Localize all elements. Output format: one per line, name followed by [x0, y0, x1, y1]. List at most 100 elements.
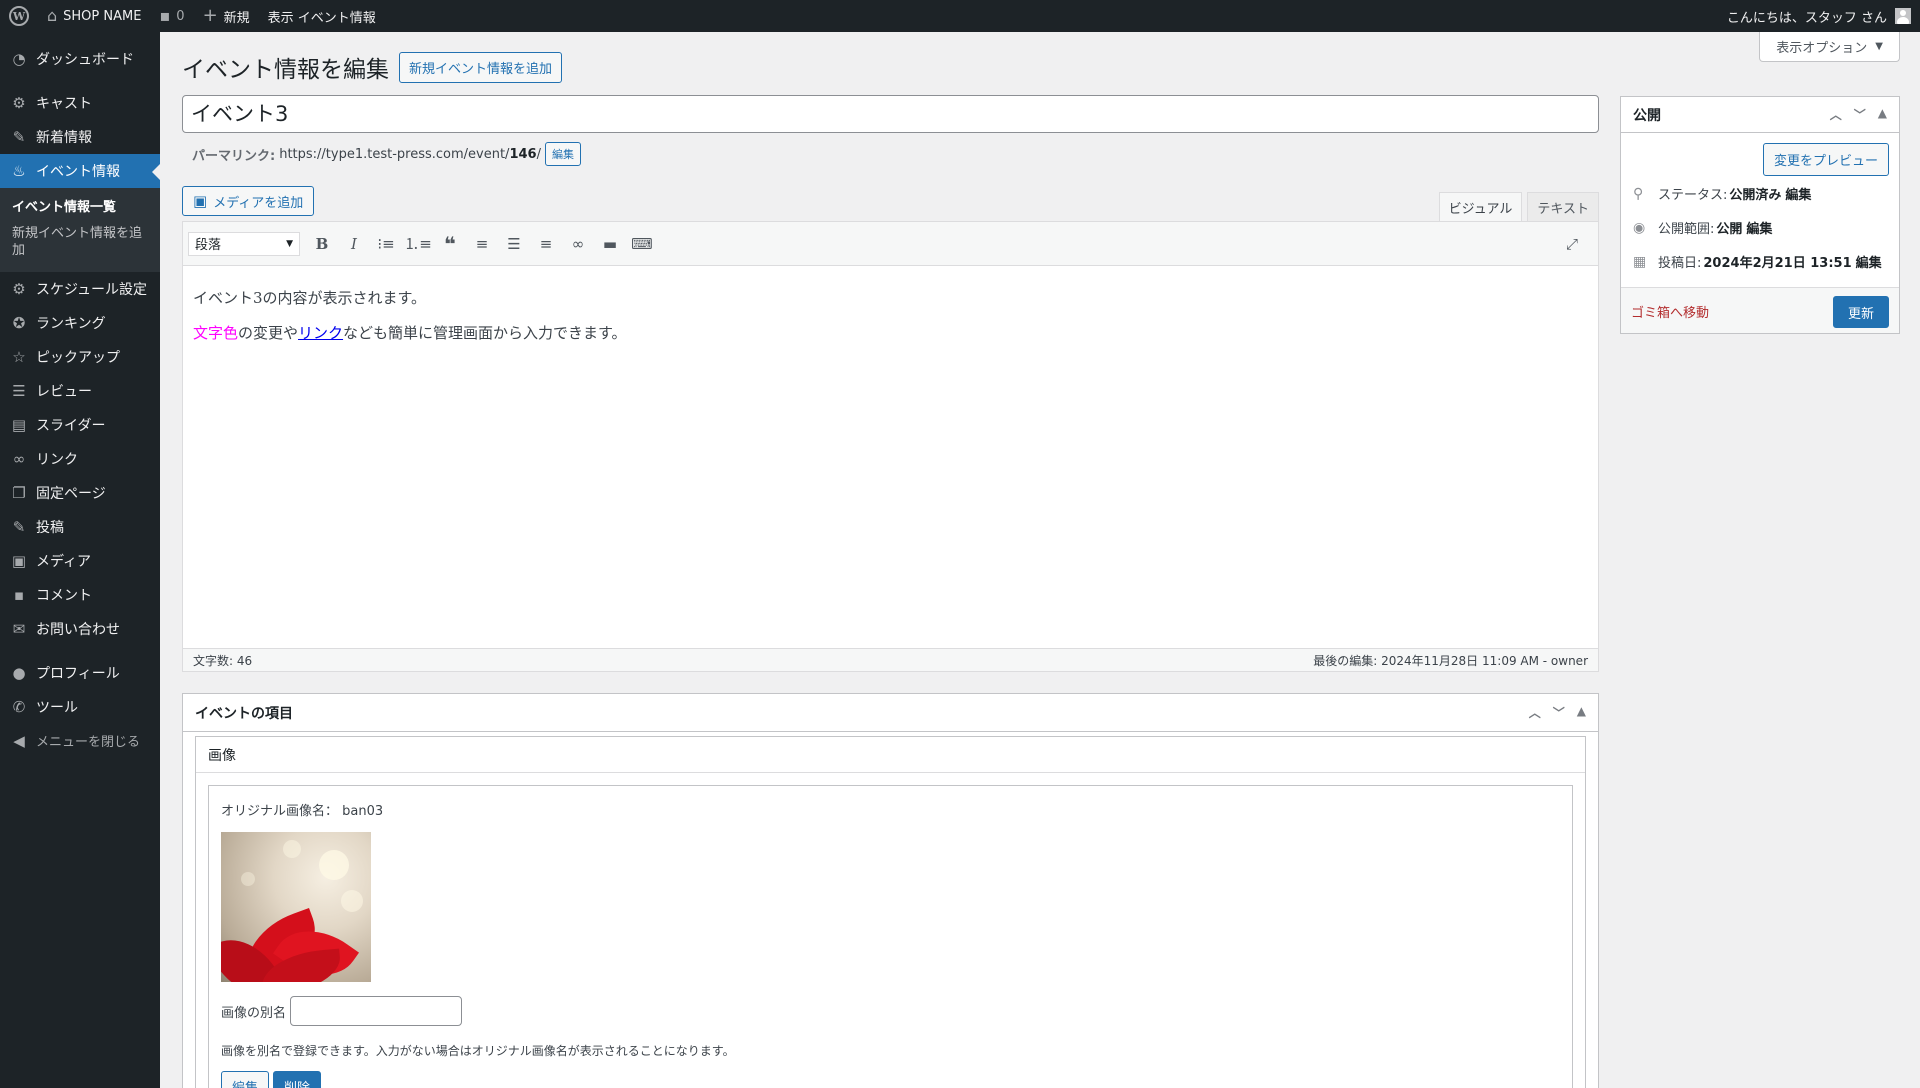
editor-toolbar: 段落 ▼ B I ⁝≡ ⒈≡ ❝ ≡ ☰ ≡ ∞ ▬ ⌨ ⤢: [183, 222, 1598, 266]
content-editor: 段落 ▼ B I ⁝≡ ⒈≡ ❝ ≡ ☰ ≡ ∞ ▬ ⌨ ⤢ イベント3の内容が表…: [182, 221, 1599, 671]
image-field-label: 画像: [196, 737, 1585, 773]
link-icon: ∞: [12, 449, 26, 468]
alias-help-text: 画像を別名で登録できます。入力がない場合はオリジナル画像名が表示されることになり…: [221, 1044, 735, 1058]
account-menu[interactable]: こんにちは、スタッフ さん: [1718, 0, 1920, 32]
editor-status-bar: 文字数: 46 最後の編集: 2024年11月28日 11:09 AM - ow…: [182, 648, 1599, 672]
mail-icon: ✉: [12, 619, 26, 638]
wrench-icon: ✆: [12, 697, 26, 716]
avatar: [1895, 8, 1911, 24]
image-alias-input[interactable]: [290, 996, 463, 1026]
eye-icon: ◉: [1633, 219, 1646, 236]
editor-content-area[interactable]: イベント3の内容が表示されます。 文字色の変更やリンクなども簡単に管理画面から入…: [183, 266, 1598, 376]
menu-dashboard[interactable]: ◔ ダッシュボード: [0, 42, 160, 76]
bullet-list-icon[interactable]: ⁝≡: [370, 230, 402, 258]
menu-contact[interactable]: ✉ お問い合わせ: [0, 612, 160, 646]
menu-pickup[interactable]: ☆ ピックアップ: [0, 340, 160, 374]
blockquote-icon[interactable]: ❝: [434, 230, 466, 258]
comments-link[interactable]: ▪ 0: [150, 0, 193, 32]
menu-news[interactable]: ✎ 新着情報: [0, 120, 160, 154]
gear-icon: ⚙: [12, 94, 26, 112]
pages-icon: ❐: [12, 483, 26, 502]
menu-profile[interactable]: ● プロフィール: [0, 656, 160, 690]
menu-links[interactable]: ∞ リンク: [0, 442, 160, 476]
view-post-link[interactable]: 表示 イベント情報: [259, 0, 385, 32]
menu-pages[interactable]: ❐ 固定ページ: [0, 476, 160, 510]
align-center-icon[interactable]: ☰: [498, 230, 530, 258]
menu-tools[interactable]: ✆ ツール: [0, 690, 160, 724]
image-delete-button[interactable]: 削除: [273, 1071, 322, 1088]
menu-schedule[interactable]: ⚙ スケジュール設定: [0, 272, 160, 306]
chevron-up-icon[interactable]: ︿: [1830, 106, 1842, 123]
format-select[interactable]: 段落 ▼: [188, 231, 300, 256]
submenu-add-event[interactable]: 新規イベント情報を追加: [0, 221, 160, 264]
caret-down-icon: ▼: [286, 238, 293, 249]
permalink-edit-button[interactable]: 編集: [544, 142, 581, 166]
media-icon: ▣: [11, 551, 27, 570]
update-button[interactable]: 更新: [1832, 296, 1889, 328]
read-more-icon[interactable]: ▬: [594, 230, 626, 258]
pin-icon: ✎: [12, 128, 26, 146]
image-field: オリジナル画像名： ban03 画像の別名 画像を別名で登録できます。入力がない…: [208, 785, 1573, 1088]
main-content: 表示オプション ▼ イベント情報を編集 新規イベント情報を追加 イベント3 パーマ…: [160, 32, 1920, 1088]
wp-logo-menu[interactable]: W: [0, 0, 38, 32]
submenu-event-list[interactable]: イベント情報一覧: [0, 195, 160, 221]
status-edit-link[interactable]: 編集: [1785, 184, 1811, 203]
date-edit-link[interactable]: 編集: [1856, 252, 1882, 271]
menu-slider[interactable]: ▤ スライダー: [0, 408, 160, 442]
image-edit-button[interactable]: 編集: [221, 1071, 270, 1088]
align-left-icon[interactable]: ≡: [466, 230, 498, 258]
word-count: 文字数: 46: [193, 653, 253, 668]
screen-options-button[interactable]: 表示オプション ▼: [1759, 32, 1900, 62]
tab-visual[interactable]: ビジュアル: [1438, 192, 1523, 221]
preview-changes-button[interactable]: 変更をプレビュー: [1762, 143, 1889, 176]
toolbar-toggle-icon[interactable]: ⌨: [626, 230, 658, 258]
add-media-button[interactable]: ▣ メディアを追加: [182, 186, 315, 216]
trash-link[interactable]: ゴミ箱へ移動: [1631, 302, 1709, 321]
content-paragraph: イベント3の内容が表示されます。: [193, 289, 427, 307]
event-fields-box: イベントの項目 ︿ ﹀ ▲ 画像 オリジナル画像名： ban03 画像の別名 画…: [182, 693, 1599, 1088]
permalink-url[interactable]: https://type1.test-press.com/event/146/: [279, 147, 541, 162]
wordpress-icon: W: [9, 6, 29, 26]
menu-ranking[interactable]: ✪ ランキング: [0, 306, 160, 340]
menu-media[interactable]: ▣ メディア: [0, 544, 160, 578]
link-icon[interactable]: ∞: [562, 230, 594, 258]
bold-icon[interactable]: B: [306, 230, 338, 258]
page-header: イベント情報を編集 新規イベント情報を追加: [182, 50, 563, 84]
menu-review[interactable]: ☰ レビュー: [0, 374, 160, 408]
toggle-panel-icon[interactable]: ▲: [1878, 106, 1887, 123]
chevron-down-icon[interactable]: ﹀: [1854, 106, 1866, 123]
fullscreen-icon[interactable]: ⤢: [1556, 230, 1588, 258]
media-icon: ▣: [193, 192, 208, 210]
events-submenu: イベント情報一覧 新規イベント情報を追加: [0, 188, 160, 272]
post-title-input[interactable]: イベント3: [182, 95, 1599, 133]
user-icon: ●: [12, 663, 26, 682]
list-icon: ☰: [12, 381, 26, 400]
gear-icon: ⚙: [12, 279, 26, 298]
visibility-edit-link[interactable]: 編集: [1746, 218, 1772, 237]
image-thumbnail: [221, 832, 371, 982]
image-field-group: 画像 オリジナル画像名： ban03 画像の別名 画像を別名で登録できます。入力…: [195, 736, 1586, 1088]
new-content-menu[interactable]: + 新規: [194, 0, 259, 32]
comment-icon: ▪: [159, 6, 171, 25]
menu-comments[interactable]: ▪ コメント: [0, 578, 160, 612]
toggle-panel-icon[interactable]: ▲: [1577, 704, 1586, 721]
collapse-menu-button[interactable]: ◀ メニューを閉じる: [0, 724, 160, 758]
plus-icon: +: [202, 5, 218, 26]
align-right-icon[interactable]: ≡: [530, 230, 562, 258]
add-new-event-button[interactable]: 新規イベント情報を追加: [399, 51, 563, 83]
chevron-down-icon[interactable]: ﹀: [1553, 704, 1565, 721]
content-link[interactable]: リンク: [298, 324, 343, 342]
collapse-icon: ◀: [13, 731, 25, 750]
tab-text[interactable]: テキスト: [1527, 192, 1599, 221]
site-name-link[interactable]: ⌂ SHOP NAME: [38, 0, 150, 32]
caret-down-icon: ▼: [1875, 41, 1883, 52]
chevron-up-icon[interactable]: ︿: [1529, 704, 1541, 721]
menu-posts[interactable]: ✎ 投稿: [0, 510, 160, 544]
visibility-row: ◉ 公開範囲: 公開 編集: [1633, 218, 1773, 238]
numbered-list-icon[interactable]: ⒈≡: [402, 230, 434, 258]
menu-cast[interactable]: ⚙ キャスト: [0, 86, 160, 120]
date-row: ▦ 投稿日: 2024年2月21日 13:51 編集: [1633, 252, 1882, 272]
italic-icon[interactable]: I: [338, 230, 370, 258]
original-image-name: オリジナル画像名： ban03: [221, 804, 384, 819]
menu-events[interactable]: ♨ イベント情報: [0, 154, 160, 188]
